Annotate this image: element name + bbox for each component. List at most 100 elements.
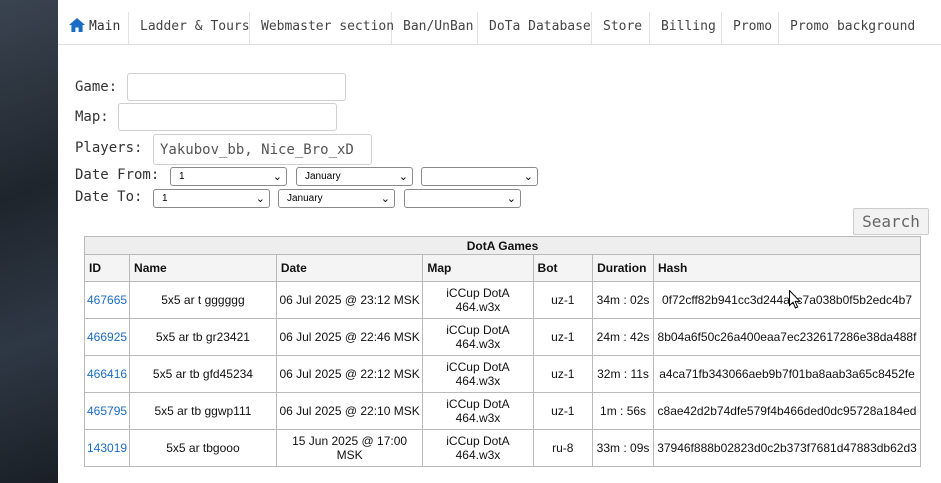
game-map-cell: iCCup DotA 464.w3x <box>422 355 534 393</box>
game-input[interactable] <box>127 73 346 101</box>
nav-item-label: Billing <box>661 19 716 34</box>
game-id-cell: 467665 <box>83 281 131 319</box>
game-id-link[interactable]: 143019 <box>87 441 127 455</box>
map-name: iCCup DotA <box>446 434 510 448</box>
nav-item-promo[interactable]: Promo <box>722 12 779 44</box>
game-map-cell: iCCup DotA 464.w3x <box>422 281 534 319</box>
nav-item-webmaster-section[interactable]: Webmaster section <box>250 12 395 44</box>
games-table: DotA Games ID Name Date Map Bot Duration… <box>83 236 922 467</box>
top-nav: Main Ladder & Tours Webmaster section Ba… <box>58 12 941 45</box>
map-name: iCCup DotA <box>446 323 510 337</box>
date-to-month-select[interactable]: January ⌄ <box>278 189 395 208</box>
table-row: 465795 5x5 ar tb ggwp111 06 Jul 2025 @ 2… <box>83 392 922 430</box>
game-id-link[interactable]: 465795 <box>87 404 127 418</box>
table-row: 466416 5x5 ar tb gfd45234 06 Jul 2025 @ … <box>83 355 922 393</box>
game-name-cell: 5x5 ar tb gr23421 <box>129 318 277 356</box>
game-name-cell: 5x5 ar tbgooo <box>129 429 277 467</box>
content-panel: Main Ladder & Tours Webmaster section Ba… <box>58 0 941 483</box>
date-from-year-select[interactable]: ⌄ <box>421 167 538 186</box>
column-header-id: ID <box>83 254 131 282</box>
players-input[interactable] <box>153 134 372 165</box>
game-id-cell: 466416 <box>83 355 131 393</box>
column-header-duration: Duration <box>592 254 654 282</box>
home-icon <box>69 14 85 44</box>
nav-item-label: Store <box>603 19 643 34</box>
game-date-cell: 06 Jul 2025 @ 22:12 MSK <box>275 355 424 393</box>
game-hash-cell: 37946f888b02823d0c2b373f7681d47883db62d3 <box>652 429 922 467</box>
nav-item-label: Promo background <box>790 19 916 34</box>
game-label: Game: <box>75 79 118 95</box>
nav-item-label: Webmaster section <box>261 19 395 34</box>
date-to-day-select[interactable]: 1 ⌄ <box>153 189 270 208</box>
column-header-map: Map <box>422 254 534 282</box>
nav-item-ladder-tours[interactable]: Ladder & Tours <box>129 12 250 44</box>
select-value: 1 <box>162 193 168 204</box>
table-row: 143019 5x5 ar tbgooo 15 Jun 2025 @ 17:00… <box>83 429 922 467</box>
select-value: January <box>305 171 341 182</box>
game-name-cell: 5x5 ar t gggggg <box>129 281 277 319</box>
nav-item-main[interactable]: Main <box>58 12 129 44</box>
game-bot-cell: uz-1 <box>532 318 594 356</box>
game-id-cell: 143019 <box>83 429 131 467</box>
chevron-down-icon: ⌄ <box>506 193 516 205</box>
chevron-down-icon: ⌄ <box>380 193 390 205</box>
date-from-label: Date From: <box>75 167 160 183</box>
map-file: 464.w3x <box>455 374 501 388</box>
game-id-link[interactable]: 466925 <box>87 330 127 344</box>
date-from-month-select[interactable]: January ⌄ <box>296 167 413 186</box>
column-header-hash: Hash <box>652 254 922 282</box>
game-date-cell: 15 Jun 2025 @ 17:00 MSK <box>275 429 424 467</box>
game-bot-cell: uz-1 <box>532 281 594 319</box>
map-label: Map: <box>75 109 109 125</box>
game-name-cell: 5x5 ar tb gfd45234 <box>129 355 277 393</box>
nav-item-billing[interactable]: Billing <box>650 12 722 44</box>
chevron-down-icon: ⌄ <box>255 193 265 205</box>
column-header-name: Name <box>129 254 277 282</box>
game-id-link[interactable]: 466416 <box>87 367 127 381</box>
nav-item-label: Ban/UnBan <box>403 19 474 34</box>
game-id-cell: 465795 <box>83 392 131 430</box>
date-to-label: Date To: <box>75 189 143 205</box>
game-hash-cell: c8ae42d2b74dfe579f4b466ded0dc95728a184ed <box>652 392 922 430</box>
date-to-year-select[interactable]: ⌄ <box>404 189 521 208</box>
search-button[interactable]: Search <box>853 208 929 235</box>
chevron-down-icon: ⌄ <box>523 171 533 183</box>
game-duration-cell: 32m : 11s <box>592 355 654 393</box>
nav-item-dota-database[interactable]: DoTa Database <box>478 12 592 44</box>
game-name-cell: 5x5 ar tb ggwp111 <box>129 392 277 430</box>
game-map-cell: iCCup DotA 464.w3x <box>422 429 534 467</box>
nav-item-promo-background[interactable]: Promo background <box>779 12 916 44</box>
game-id-cell: 466925 <box>83 318 131 356</box>
select-value: 1 <box>179 171 185 182</box>
map-name: iCCup DotA <box>446 397 510 411</box>
date-from-day-select[interactable]: 1 ⌄ <box>170 167 287 186</box>
game-id-link[interactable]: 467665 <box>87 293 127 307</box>
table-title: DotA Games <box>84 236 921 255</box>
map-input[interactable] <box>118 103 337 131</box>
nav-item-label: Ladder & Tours <box>140 19 250 34</box>
nav-item-label: DoTa Database <box>489 19 591 34</box>
nav-item-ban-unban[interactable]: Ban/UnBan <box>392 12 478 44</box>
map-name: iCCup DotA <box>446 360 510 374</box>
mouse-cursor-icon <box>789 289 802 313</box>
game-hash-cell: 0f72cff82b941cc3d244a5c7a038b0f5b2edc4b7 <box>652 281 922 319</box>
map-file: 464.w3x <box>455 337 501 351</box>
game-hash-cell: 8b04a6f50c26a400eaa7ec232617286e38da488f <box>652 318 922 356</box>
select-value: January <box>287 193 323 204</box>
game-duration-cell: 1m : 56s <box>592 392 654 430</box>
table-header-row: ID Name Date Map Bot Duration Hash <box>83 254 922 282</box>
map-name: iCCup DotA <box>446 286 510 300</box>
table-row: 466925 5x5 ar tb gr23421 06 Jul 2025 @ 2… <box>83 318 922 356</box>
game-bot-cell: uz-1 <box>532 355 594 393</box>
game-date-cell: 06 Jul 2025 @ 22:10 MSK <box>275 392 424 430</box>
map-file: 464.w3x <box>455 448 501 462</box>
nav-item-store[interactable]: Store <box>592 12 650 44</box>
game-duration-cell: 24m : 42s <box>592 318 654 356</box>
column-header-bot: Bot <box>532 254 594 282</box>
map-file: 464.w3x <box>455 300 501 314</box>
nav-item-label: Main <box>89 19 121 34</box>
game-date-cell: 06 Jul 2025 @ 23:12 MSK <box>275 281 424 319</box>
chevron-down-icon: ⌄ <box>398 171 408 183</box>
game-bot-cell: ru-8 <box>532 429 594 467</box>
map-file: 464.w3x <box>455 411 501 425</box>
